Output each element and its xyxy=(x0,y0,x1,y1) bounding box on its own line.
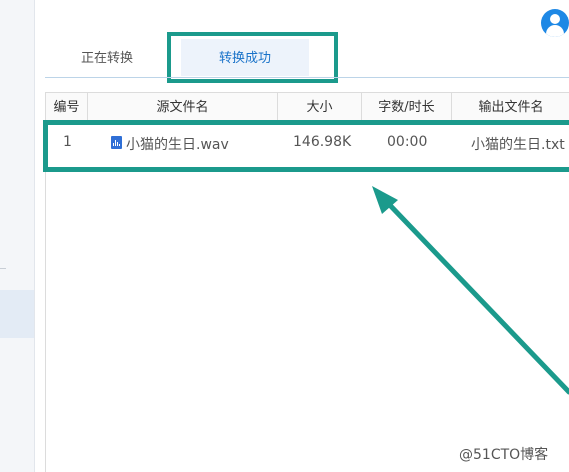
watermark: @51CTO博客 xyxy=(459,447,549,463)
annotation-arrow-icon xyxy=(372,186,569,395)
